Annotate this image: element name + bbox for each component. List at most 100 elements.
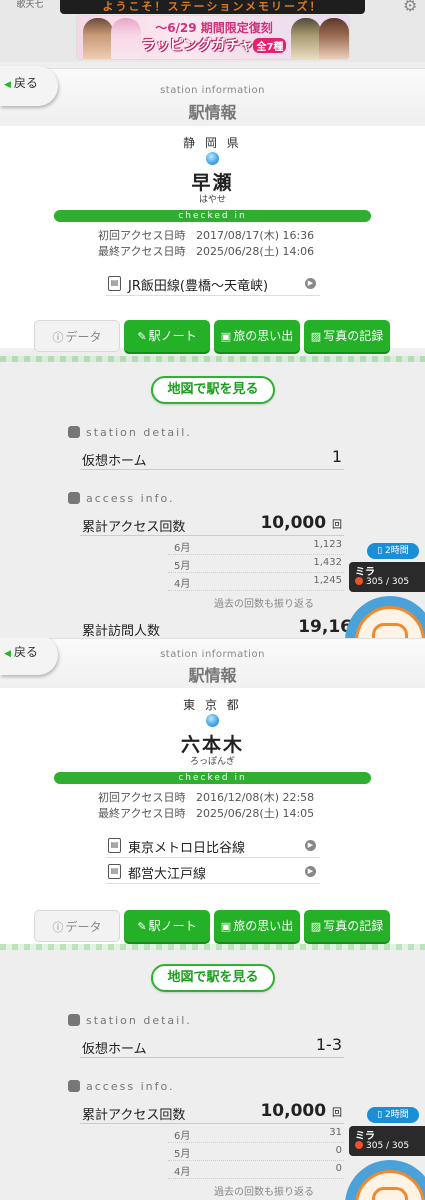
chevron-right-icon: ▶ — [305, 278, 316, 289]
time-badge: ▯ 2時間 — [367, 543, 419, 559]
station-card: 静 岡 県 早瀬 はやせ checked in 初回アクセス日時 2017/08/… — [0, 126, 425, 352]
last-access-value: 2025/06/28(土) 14:06 — [196, 245, 315, 258]
suitcase-icon: ▣ — [220, 330, 232, 343]
page-title: 駅情報 — [188, 666, 237, 685]
title-en: station information — [160, 85, 265, 96]
last-access-label: 最終アクセス日時 — [98, 245, 186, 258]
mira-name: ミラ — [355, 567, 375, 578]
train-icon: ▤ — [108, 838, 121, 853]
mira-widget[interactable]: ▯ 2時間 ミラ 305 / 305 — [341, 540, 425, 638]
mira-hp: 305 / 305 — [355, 1141, 409, 1151]
monthly-row: 6月 1,123 — [168, 537, 344, 555]
tab-travel-memories[interactable]: ▣ 旅の思い出 — [214, 910, 300, 942]
back-button[interactable]: ◀ 戻る — [0, 66, 58, 106]
tab-photo-records[interactable]: ▨ 写真の記録 — [304, 910, 390, 942]
chevron-right-icon: ▶ — [305, 866, 316, 877]
info-icon: ⓘ — [52, 331, 64, 344]
tab-data[interactable]: ⓘ データ — [34, 320, 120, 352]
past-counts-link[interactable]: 過去の回数も振り返る — [214, 595, 314, 610]
train-icon — [68, 1014, 80, 1026]
tab-divider — [0, 356, 425, 362]
total-access-label: 累計アクセス回数 — [82, 520, 186, 535]
train-icon: ▤ — [108, 276, 121, 291]
hp-icon — [355, 1141, 363, 1149]
platform-label: 仮想ホーム — [82, 1042, 147, 1057]
last-access-value: 2025/06/28(土) 14:05 — [196, 807, 315, 820]
line-link[interactable]: ▤ JR飯田線(豊橋～天竜峡) ▶ — [106, 272, 320, 296]
station-kana: はやせ — [198, 195, 226, 205]
footprint-icon — [68, 492, 80, 504]
character-illustration — [319, 18, 349, 59]
back-button[interactable]: ◀ 戻る — [0, 638, 58, 675]
total-access-label: 累計アクセス回数 — [82, 1108, 186, 1123]
access-info-heading: access info. — [68, 492, 175, 505]
checked-in-badge: checked in — [54, 210, 371, 222]
line-name: 東京メトロ日比谷線 — [128, 841, 246, 856]
line-link[interactable]: ▤ 都営大江戸線 ▶ — [106, 860, 320, 884]
platform-label: 仮想ホーム — [82, 454, 147, 469]
access-dates: 初回アクセス日時 2016/12/08(木) 22:58 最終アクセス日時 2025… — [98, 790, 314, 822]
tab-station-note[interactable]: ✎ 駅ノート — [124, 910, 210, 942]
platform-row: 仮想ホーム 1 — [80, 447, 344, 470]
station-screen-1: 歌天七 ようこそ！ステーションメモリーズ！ ⚙ ～6/29 期間限定復刻 ラッピ… — [0, 0, 425, 638]
monthly-row: 4月 0 — [168, 1161, 344, 1179]
total-access-value: 10,000 回 — [260, 1101, 342, 1121]
mira-status: ミラ 305 / 305 — [349, 1126, 425, 1156]
gacha-banner[interactable]: ～6/29 期間限定復刻 ラッピングガチャ 全7種 — [76, 15, 350, 60]
visitors-label: 累計訪問人数 — [82, 624, 161, 638]
tab-photo-records[interactable]: ▨ 写真の記録 — [304, 320, 390, 352]
station-name: 六本木 — [180, 734, 244, 756]
first-access-value: 2017/08/17(木) 16:36 — [196, 229, 315, 242]
platform-value: 1 — [331, 447, 342, 466]
back-arrow-icon: ◀ — [4, 649, 11, 659]
station-screen-2: station information 駅情報 ◀ 戻る 東 京 都 六本木 ろっ… — [0, 638, 425, 1200]
line-link[interactable]: ▤ 東京メトロ日比谷線 ▶ — [106, 834, 320, 858]
footprint-icon — [68, 1080, 80, 1092]
access-info-heading: access info. — [68, 1080, 175, 1093]
past-counts-link[interactable]: 過去の回数も振り返る — [214, 1183, 314, 1198]
suitcase-icon: ▣ — [220, 920, 232, 933]
news-ticker: ようこそ！ステーションメモリーズ！ — [60, 0, 365, 14]
mira-avatar[interactable] — [345, 1160, 425, 1200]
prefecture: 静 岡 県 — [183, 136, 242, 150]
line-name: 都営大江戸線 — [128, 867, 207, 882]
character-illustration — [83, 18, 113, 59]
total-access-row: 累計アクセス回数 10,000 回 — [80, 1101, 344, 1124]
station-kana: ろっぽんぎ — [189, 757, 235, 767]
monthly-row: 4月 1,245 — [168, 573, 344, 591]
hp-icon — [355, 577, 363, 585]
note-icon: ✎ — [137, 920, 147, 933]
last-access-label: 最終アクセス日時 — [98, 807, 186, 820]
monthly-row: 6月 31 — [168, 1125, 344, 1143]
photo-icon: ▨ — [310, 920, 322, 933]
train-icon — [68, 426, 80, 438]
mira-hp: 305 / 305 — [355, 577, 409, 587]
platform-value: 1-3 — [315, 1035, 342, 1054]
access-dates: 初回アクセス日時 2017/08/17(木) 16:36 最終アクセス日時 2025… — [98, 228, 314, 260]
gear-icon[interactable]: ⚙ — [403, 0, 421, 14]
tab-station-note[interactable]: ✎ 駅ノート — [124, 320, 210, 352]
title-en: station information — [160, 649, 265, 660]
first-access-label: 初回アクセス日時 — [98, 229, 186, 242]
mira-name: ミラ — [355, 1131, 375, 1142]
note-icon: ✎ — [137, 330, 147, 343]
mira-widget[interactable]: ▯ 2時間 ミラ 305 / 305 — [341, 1104, 425, 1200]
view-map-button[interactable]: 地図で駅を見る — [151, 376, 275, 404]
tab-bar: ⓘ データ ✎ 駅ノート ▣ 旅の思い出 ▨ 写真の記録 — [0, 910, 425, 946]
station-name: 早瀬 — [191, 172, 234, 194]
platform-row: 仮想ホーム 1-3 — [80, 1035, 344, 1058]
time-badge: ▯ 2時間 — [367, 1107, 419, 1123]
character-illustration — [291, 18, 321, 59]
back-arrow-icon: ◀ — [4, 80, 11, 90]
page-title: 駅情報 — [188, 103, 237, 122]
prefecture: 東 京 都 — [183, 698, 242, 712]
header-side-label[interactable]: 歌天七 — [8, 0, 52, 11]
view-map-button[interactable]: 地図で駅を見る — [151, 964, 275, 992]
station-card: 東 京 都 六本木 ろっぽんぎ checked in 初回アクセス日時 2016/… — [0, 688, 425, 950]
station-detail-heading: station detail. — [68, 426, 192, 439]
monthly-row: 5月 1,432 — [168, 555, 344, 573]
tab-travel-memories[interactable]: ▣ 旅の思い出 — [214, 320, 300, 352]
tab-data[interactable]: ⓘ データ — [34, 910, 120, 942]
line-name: JR飯田線(豊橋～天竜峡) — [128, 279, 269, 294]
mira-avatar[interactable] — [345, 596, 425, 638]
